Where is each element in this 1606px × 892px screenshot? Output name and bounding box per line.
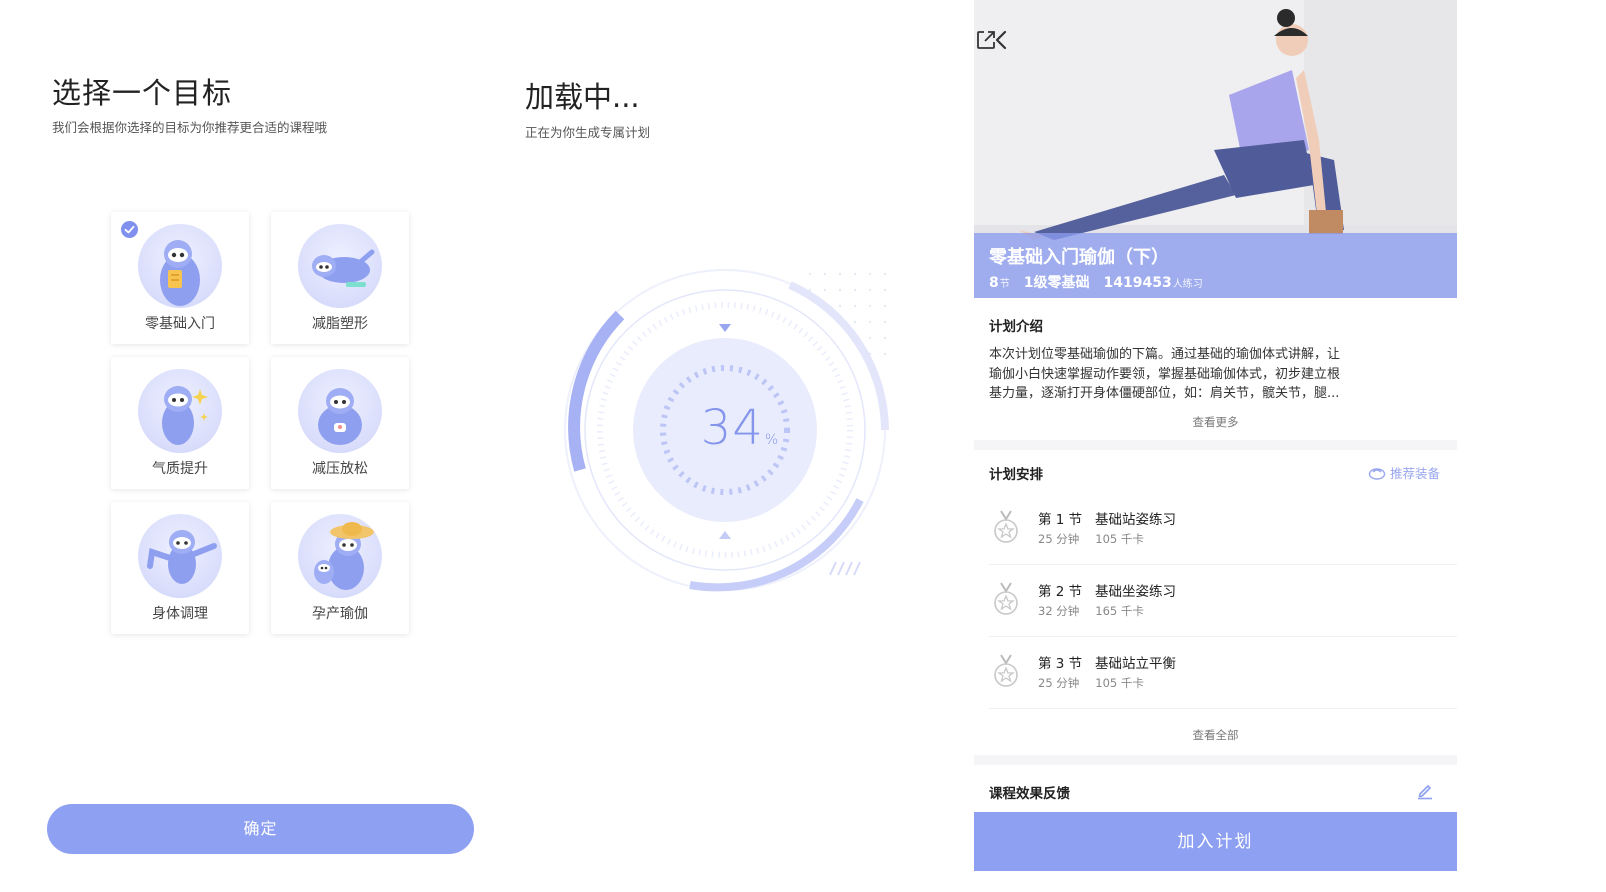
- see-more-link[interactable]: 查看更多: [974, 414, 1457, 430]
- intro-line: 瑜伽小白快速掌握动作要领，掌握基础瑜伽体式，初步建立根: [989, 366, 1341, 382]
- lesson-item[interactable]: 第 2 节 基础坐姿练习 32 分钟 165 千卡: [974, 565, 1457, 637]
- lesson-index: 第 1 节: [1038, 512, 1083, 528]
- see-all-link[interactable]: 查看全部: [974, 727, 1457, 743]
- feedback-heading: 课程效果反馈: [989, 786, 1070, 802]
- course-detail-screen: 零基础入门瑜伽（下） 8节 1级零基础 1419453人练习 计划介绍 本次计划位零…: [974, 0, 1457, 871]
- recommend-label: 推荐装备: [1389, 466, 1440, 481]
- goal-card-fat-loss[interactable]: 减脂塑形: [271, 212, 409, 344]
- progress-unit: %: [764, 432, 780, 448]
- progress-readout: 34%: [685, 400, 795, 456]
- goal-label: 减脂塑形: [312, 316, 368, 332]
- goal-selection-screen: 选择一个目标 我们会根据你选择的目标为你推荐更合适的课程哦 零基础入门 减脂塑形…: [0, 0, 500, 892]
- sloth-relax-icon: [298, 369, 382, 453]
- selected-check-icon: [121, 221, 138, 238]
- lesson-meta: 25 分钟 105 千卡: [1038, 531, 1144, 547]
- gear-bag-icon: [1368, 468, 1386, 480]
- page-subtitle: 正在为你生成专属计划: [525, 125, 651, 140]
- lesson-duration: 25 分钟: [1038, 532, 1080, 546]
- lesson-title: 第 1 节 基础站姿练习: [1038, 508, 1176, 528]
- participants-unit: 人练习: [1172, 279, 1203, 290]
- lesson-title: 第 2 节 基础坐姿练习: [1038, 580, 1176, 600]
- progress-value: 34: [700, 400, 764, 456]
- course-level: 1级零基础: [1023, 275, 1090, 291]
- section-divider: [974, 440, 1457, 450]
- sloth-stretching-icon: [298, 224, 382, 308]
- lesson-name: 基础站立平衡: [1095, 656, 1177, 672]
- lesson-calories: 105 千卡: [1095, 532, 1144, 546]
- sessions-count: 8: [989, 275, 999, 291]
- sloth-family-icon: [298, 514, 382, 598]
- page-title: 选择一个目标: [52, 76, 233, 110]
- lesson-title: 第 3 节 基础站立平衡: [1038, 652, 1176, 672]
- lesson-item[interactable]: 第 3 节 基础站立平衡 25 分钟 105 千卡: [974, 637, 1457, 709]
- participants-count: 1419453: [1103, 275, 1172, 291]
- intro-line: 本次计划位零基础瑜伽的下篇。通过基础的瑜伽体式讲解，让: [989, 347, 1341, 362]
- course-meta: 8节 1级零基础 1419453人练习: [989, 272, 1203, 292]
- course-info-band: 零基础入门瑜伽（下） 8节 1级零基础 1419453人练习: [974, 233, 1457, 298]
- goal-card-temperament[interactable]: 气质提升: [111, 357, 249, 489]
- page-title: 加载中...: [525, 80, 640, 114]
- join-plan-button[interactable]: 加入计划: [974, 812, 1457, 871]
- page-subtitle: 我们会根据你选择的目标为你推荐更合适的课程哦: [52, 120, 328, 135]
- goal-card-stress-relief[interactable]: 减压放松: [271, 357, 409, 489]
- lesson-meta: 25 分钟 105 千卡: [1038, 675, 1144, 691]
- lesson-name: 基础坐姿练习: [1095, 584, 1177, 600]
- dot-pattern: [808, 272, 887, 356]
- sloth-pose-icon: [138, 514, 222, 598]
- lesson-index: 第 3 节: [1038, 656, 1083, 672]
- confirm-button[interactable]: 确定: [47, 804, 474, 854]
- lesson-name: 基础站姿练习: [1095, 512, 1177, 528]
- intro-text: 本次计划位零基础瑜伽的下篇。通过基础的瑜伽体式讲解，让 瑜伽小白快速掌握动作要领…: [989, 345, 1441, 404]
- medal-icon: [994, 510, 1018, 543]
- lesson-duration: 32 分钟: [1038, 604, 1080, 618]
- course-hero-image: 零基础入门瑜伽（下） 8节 1级零基础 1419453人练习: [974, 0, 1457, 298]
- lesson-meta: 32 分钟 165 千卡: [1038, 603, 1144, 619]
- medal-icon: [994, 654, 1018, 687]
- sloth-sparkle-icon: [138, 369, 222, 453]
- intro-heading: 计划介绍: [989, 319, 1043, 335]
- goal-card-body-conditioning[interactable]: 身体调理: [111, 502, 249, 634]
- lesson-calories: 165 千卡: [1095, 604, 1144, 618]
- intro-line: 基力量，逐渐打开身体僵硬部位，如：肩关节，髋关节，腿...: [989, 386, 1340, 401]
- share-icon[interactable]: [974, 28, 998, 52]
- goal-card-beginner[interactable]: 零基础入门: [111, 212, 249, 344]
- medal-icon: [994, 582, 1018, 615]
- lesson-index: 第 2 节: [1038, 584, 1083, 600]
- loading-screen: 加载中... 正在为你生成专属计划 34%: [500, 0, 960, 892]
- lesson-duration: 25 分钟: [1038, 676, 1080, 690]
- sessions-unit: 节: [999, 279, 1010, 290]
- goal-label: 身体调理: [152, 606, 208, 622]
- schedule-heading: 计划安排: [989, 467, 1043, 483]
- sloth-reading-icon: [138, 224, 222, 308]
- app-screens: 选择一个目标 我们会根据你选择的目标为你推荐更合适的课程哦 零基础入门 减脂塑形…: [0, 0, 1606, 892]
- goal-label: 孕产瑜伽: [312, 606, 368, 622]
- goal-card-prenatal[interactable]: 孕产瑜伽: [271, 502, 409, 634]
- goal-label: 减压放松: [312, 461, 368, 477]
- recommend-gear-link[interactable]: 推荐装备: [1368, 463, 1440, 482]
- goal-label: 气质提升: [152, 461, 208, 477]
- lesson-item[interactable]: 第 1 节 基础站姿练习 25 分钟 105 千卡: [974, 493, 1457, 565]
- edit-icon[interactable]: [1415, 780, 1435, 800]
- goal-label: 零基础入门: [145, 316, 215, 332]
- course-title: 零基础入门瑜伽（下）: [989, 247, 1169, 268]
- section-divider: [974, 755, 1457, 765]
- lesson-calories: 105 千卡: [1095, 676, 1144, 690]
